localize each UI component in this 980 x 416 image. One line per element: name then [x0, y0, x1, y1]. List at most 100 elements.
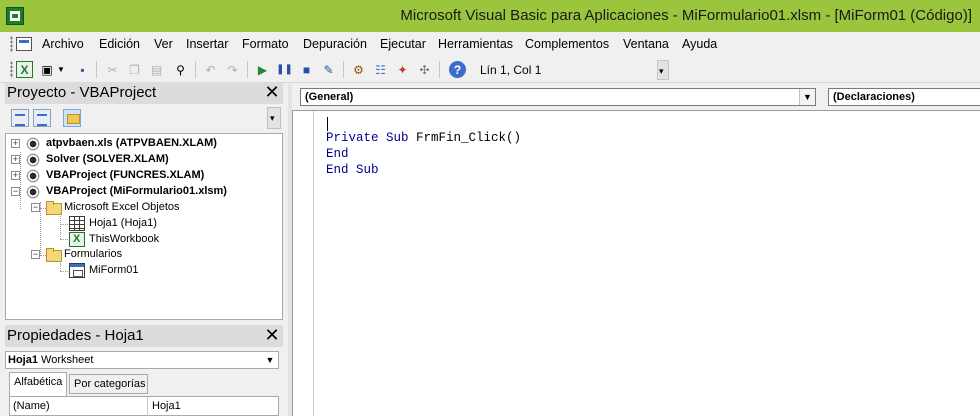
vba-project-icon [25, 184, 41, 199]
project-tree: + atpvbaen.xls (ATPVBAEN.XLAM) + Solver … [5, 133, 283, 320]
close-icon[interactable]: ✕ [263, 326, 281, 344]
object-combo-value: (General) [305, 91, 354, 103]
toggle-folders-icon[interactable] [63, 109, 81, 127]
folder-icon [45, 247, 62, 262]
procedure-combo-value: (Declaraciones) [833, 91, 915, 103]
toolbar-separator [439, 61, 440, 78]
cut-icon[interactable]: ✂ [104, 61, 121, 78]
project-pane-title: Proyecto - VBAProject [7, 84, 157, 101]
help-icon[interactable]: ? [449, 61, 466, 78]
tree-node-label: Formularios [64, 248, 123, 260]
paste-icon[interactable]: ▤ [148, 61, 165, 78]
collapse-icon[interactable]: − [31, 203, 40, 212]
toolbox-icon[interactable]: ✣ [416, 61, 433, 78]
tree-node-miformulario[interactable]: − VBAProject (MiFormulario01.xlsm) [11, 184, 271, 200]
code-keyword: End Sub [326, 163, 379, 177]
expand-icon[interactable]: + [11, 155, 20, 164]
redo-icon[interactable]: ↷ [224, 61, 241, 78]
expand-icon[interactable]: + [11, 139, 20, 148]
menu-bar: Archivo Edición Ver Insertar Formato Dep… [0, 32, 980, 56]
project-explorer-icon[interactable]: ⚙ [350, 61, 367, 78]
copy-icon[interactable]: ❐ [126, 61, 143, 78]
menu-archivo[interactable]: Archivo [42, 37, 84, 51]
properties-pane-title: Propiedades - Hoja1 [7, 327, 144, 344]
property-value[interactable]: Hoja1 [149, 397, 279, 416]
tab-alfabetica[interactable]: Alfabética [9, 372, 67, 396]
chevron-down-icon[interactable]: ▼ [56, 61, 66, 78]
object-combo[interactable]: (General) ▼ [300, 88, 816, 106]
toolbar-separator [195, 61, 196, 78]
tab-por-categorias[interactable]: Por categorías [69, 374, 148, 394]
tree-node-funcres[interactable]: + VBAProject (FUNCRES.XLAM) [11, 168, 271, 184]
project-toolbar-overflow[interactable] [267, 107, 281, 129]
menu-insertar[interactable]: Insertar [186, 37, 228, 51]
margin-indicator-bar[interactable] [293, 111, 314, 416]
userform-icon [69, 263, 85, 278]
menu-ejecutar[interactable]: Ejecutar [380, 37, 426, 51]
pause-icon[interactable]: ❚❚ [276, 61, 293, 78]
chevron-down-icon[interactable]: ▼ [263, 353, 277, 367]
reset-icon[interactable]: ■ [298, 61, 315, 78]
tree-node-label: ThisWorkbook [89, 233, 160, 245]
view-object-icon[interactable] [33, 109, 51, 127]
window-title: Microsoft Visual Basic para Aplicaciones… [400, 7, 972, 24]
vba-project-icon [25, 152, 41, 167]
tree-node-solver[interactable]: + Solver (SOLVER.XLAM) [11, 152, 271, 168]
properties-window-icon[interactable]: ☷ [372, 61, 389, 78]
tree-node-thisworkbook[interactable]: ThisWorkbook [51, 232, 271, 248]
project-pane-header: Proyecto - VBAProject ✕ [5, 82, 283, 104]
object-browser-icon[interactable]: ✦ [394, 61, 411, 78]
chevron-down-icon[interactable]: ▼ [799, 89, 815, 105]
code-identifier: FrmFin_Click() [408, 131, 522, 145]
code-line-3[interactable]: End Sub [326, 163, 379, 177]
vba-project-icon [25, 168, 41, 183]
workbook-icon [69, 232, 85, 247]
undo-icon[interactable]: ↶ [202, 61, 219, 78]
menu-edicion[interactable]: Edición [99, 37, 140, 51]
view-excel-icon[interactable]: X [16, 61, 33, 78]
tree-node-label: Hoja1 (Hoja1) [89, 217, 157, 229]
tree-node-label: atpvbaen.xls (ATPVBAEN.XLAM) [46, 137, 217, 149]
toolbar-grip[interactable] [10, 61, 13, 78]
design-mode-icon[interactable]: ✎ [320, 61, 337, 78]
tree-node-miform01[interactable]: MiForm01 [51, 263, 271, 279]
code-window-icon[interactable] [16, 37, 32, 51]
tree-node-label: Solver (SOLVER.XLAM) [46, 153, 169, 165]
menu-complementos[interactable]: Complementos [525, 37, 609, 51]
tree-node-excel-objects[interactable]: − Microsoft Excel Objetos [31, 200, 271, 216]
find-icon[interactable]: ⚲ [172, 61, 189, 78]
menu-ayuda[interactable]: Ayuda [682, 37, 717, 51]
code-line-2[interactable]: End [326, 147, 349, 161]
code-line-1[interactable]: Private Sub FrmFin_Click() [326, 131, 521, 145]
toolbar-separator [96, 61, 97, 78]
tree-node-label: MiForm01 [89, 264, 139, 276]
collapse-icon[interactable]: − [11, 187, 20, 196]
menubar-grip[interactable] [10, 36, 13, 52]
excel-vba-icon[interactable] [6, 7, 24, 25]
insert-userform-icon[interactable]: ▣ [40, 61, 54, 78]
tree-node-atpvbaen[interactable]: + atpvbaen.xls (ATPVBAEN.XLAM) [11, 136, 271, 152]
procedure-combo[interactable]: (Declaraciones) [828, 88, 980, 106]
menu-herramientas[interactable]: Herramientas [438, 37, 513, 51]
text-caret [327, 117, 328, 131]
property-key[interactable]: (Name) [10, 397, 148, 416]
expand-icon[interactable]: + [11, 171, 20, 180]
menu-depuracion[interactable]: Depuración [303, 37, 367, 51]
menu-ventana[interactable]: Ventana [623, 37, 669, 51]
save-icon[interactable]: ▪ [74, 61, 91, 78]
tree-node-formularios[interactable]: − Formularios [31, 247, 271, 263]
tree-node-label: VBAProject (FUNCRES.XLAM) [46, 169, 205, 181]
code-combo-bar: (General) ▼ (Declaraciones) [292, 84, 980, 110]
collapse-icon[interactable]: − [31, 250, 40, 259]
menu-ver[interactable]: Ver [154, 37, 173, 51]
title-bar: Microsoft Visual Basic para Aplicaciones… [0, 0, 980, 32]
object-select[interactable]: Hoja1 Worksheet ▼ [5, 351, 279, 369]
view-code-icon[interactable] [11, 109, 29, 127]
tree-node-hoja1[interactable]: Hoja1 (Hoja1) [51, 216, 271, 232]
properties-pane-header: Propiedades - Hoja1 ✕ [5, 325, 283, 347]
close-icon[interactable]: ✕ [263, 83, 281, 101]
run-icon[interactable]: ▶ [254, 61, 271, 78]
menu-formato[interactable]: Formato [242, 37, 289, 51]
code-editor[interactable]: Private Sub FrmFin_Click() End End Sub [292, 110, 980, 416]
toolbar-options-button[interactable] [657, 60, 669, 80]
